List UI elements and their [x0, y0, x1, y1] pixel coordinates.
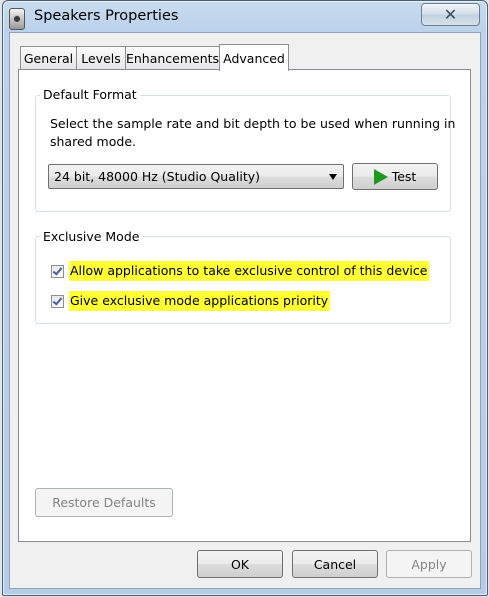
exclusive-mode-group-label: Exclusive Mode: [40, 229, 143, 244]
restore-defaults-button[interactable]: Restore Defaults: [35, 488, 173, 517]
ok-button[interactable]: OK: [197, 550, 283, 578]
description-line-1: Select the sample rate and bit depth to …: [50, 116, 456, 131]
format-select-value: 24 bit, 48000 Hz (Studio Quality): [54, 169, 261, 184]
tab-levels-label: Levels: [81, 50, 121, 66]
exclusive-control-checkbox[interactable]: [51, 264, 64, 278]
apply-button-label: Apply: [411, 556, 447, 572]
exclusive-priority-option[interactable]: Give exclusive mode applications priorit…: [51, 291, 331, 311]
default-format-description: Select the sample rate and bit depth to …: [50, 115, 455, 151]
tab-enhancements-label: Enhancements: [125, 50, 220, 66]
format-select[interactable]: 24 bit, 48000 Hz (Studio Quality): [48, 164, 344, 189]
cancel-button-label: Cancel: [313, 556, 357, 572]
tab-general-label: General: [23, 50, 74, 66]
exclusive-control-label: Allow applications to take exclusive con…: [69, 261, 430, 281]
restore-defaults-label: Restore Defaults: [52, 495, 156, 510]
test-button[interactable]: Test: [352, 163, 438, 190]
default-format-group-label: Default Format: [40, 87, 140, 102]
exclusive-priority-label: Give exclusive mode applications priorit…: [69, 291, 331, 311]
close-button[interactable]: ✕: [421, 3, 480, 26]
exclusive-priority-checkbox[interactable]: [51, 294, 64, 308]
exclusive-control-option[interactable]: Allow applications to take exclusive con…: [51, 261, 430, 281]
play-icon: [373, 168, 388, 185]
apply-button[interactable]: Apply: [386, 550, 472, 578]
default-format-group: [35, 95, 451, 212]
tab-levels[interactable]: Levels: [76, 46, 126, 69]
chevron-down-icon: [329, 174, 337, 180]
window-title: Speakers Properties: [34, 8, 179, 24]
ok-button-label: OK: [230, 556, 250, 572]
speaker-icon: [9, 8, 25, 30]
tab-advanced-label: Advanced: [223, 50, 285, 66]
tab-advanced[interactable]: Advanced: [219, 44, 289, 71]
close-icon: ✕: [443, 5, 458, 24]
test-button-label: Test: [391, 169, 417, 184]
description-line-2: shared mode.: [50, 134, 136, 149]
cancel-button[interactable]: Cancel: [292, 550, 378, 578]
tab-general[interactable]: General: [20, 46, 77, 69]
tab-enhancements[interactable]: Enhancements: [125, 46, 220, 69]
